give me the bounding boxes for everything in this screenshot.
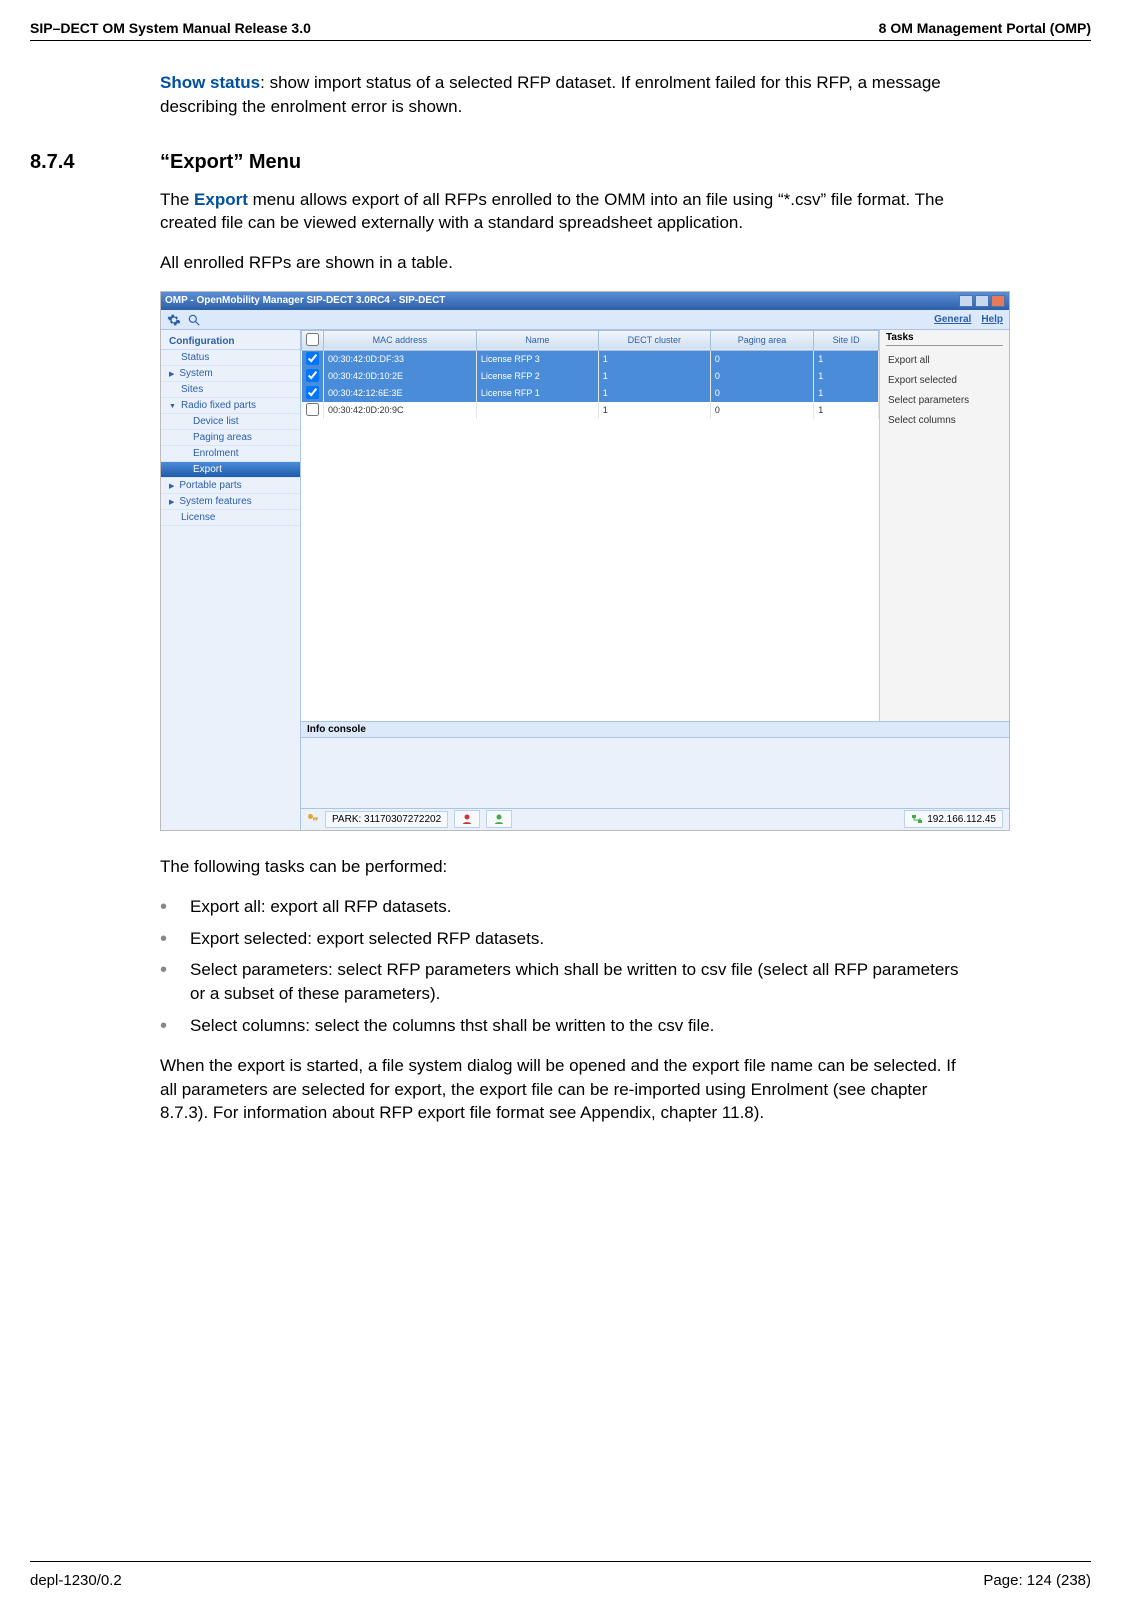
table-row[interactable]: 00:30:42:0D:DF:33 License RFP 3 1 0 1	[302, 350, 879, 368]
task-select-columns[interactable]: Select columns	[886, 412, 1003, 432]
info-console-body	[301, 738, 1009, 808]
sidebar-item-export[interactable]: Export	[161, 462, 300, 478]
window-title: OMP - OpenMobility Manager SIP-DECT 3.0R…	[165, 295, 445, 306]
bullet-select-columns: • Select columns: select the columns ths…	[160, 1014, 976, 1038]
show-status-label: Show status	[160, 73, 260, 92]
page-header: SIP–DECT OM System Manual Release 3.0 8 …	[30, 20, 1091, 41]
user-green-icon	[493, 813, 505, 825]
sidebar-item-paging-areas[interactable]: Paging areas	[161, 430, 300, 446]
status-bar: PARK: 31170307272202 192.166.112.45	[301, 808, 1009, 830]
col-name[interactable]: Name	[476, 330, 598, 350]
bullet-dot-icon: •	[160, 1014, 190, 1038]
sidebar-item-status[interactable]: Status	[161, 350, 300, 366]
search-icon[interactable]	[187, 313, 199, 325]
show-status-text: : show import status of a selected RFP d…	[160, 73, 941, 116]
maximize-button[interactable]	[975, 295, 989, 307]
toolbar-link-help[interactable]: Help	[981, 314, 1003, 325]
close-button[interactable]	[991, 295, 1005, 307]
bullet-dot-icon: •	[160, 958, 190, 1006]
col-cluster[interactable]: DECT cluster	[598, 330, 710, 350]
sidebar-item-enrolment[interactable]: Enrolment	[161, 446, 300, 462]
sidebar-item-rfp[interactable]: Radio fixed parts	[161, 398, 300, 414]
task-export-selected[interactable]: Export selected	[886, 372, 1003, 392]
sidebar-item-license[interactable]: License	[161, 510, 300, 526]
footer-right: Page: 124 (238)	[983, 1572, 1091, 1589]
row-checkbox[interactable]	[306, 352, 319, 365]
bullet-export-all: • Export all: export all RFP datasets.	[160, 895, 976, 919]
omp-screenshot: OMP - OpenMobility Manager SIP-DECT 3.0R…	[160, 291, 1010, 831]
task-export-all[interactable]: Export all	[886, 352, 1003, 372]
park-block: PARK: 31170307272202	[325, 811, 448, 828]
rfp-table: MAC address Name DECT cluster Paging are…	[301, 330, 879, 419]
export-menu-paragraph: The Export menu allows export of all RFP…	[160, 188, 976, 236]
info-console-header: Info console	[301, 721, 1009, 738]
user-red-icon	[461, 813, 473, 825]
header-right: 8 OM Management Portal (OMP)	[879, 20, 1091, 36]
footer-left: depl-1230/0.2	[30, 1572, 122, 1589]
sidebar-header: Configuration	[161, 334, 300, 350]
bullet-dot-icon: •	[160, 927, 190, 951]
show-status-paragraph: Show status: show import status of a sel…	[160, 71, 976, 119]
col-site[interactable]: Site ID	[814, 330, 879, 350]
bullet-select-parameters: • Select parameters: select RFP paramete…	[160, 958, 976, 1006]
row-checkbox[interactable]	[306, 403, 319, 416]
tasks-header: Tasks	[886, 332, 1003, 346]
bullet-dot-icon: •	[160, 895, 190, 919]
window-titlebar: OMP - OpenMobility Manager SIP-DECT 3.0R…	[161, 292, 1009, 310]
table-row[interactable]: 00:30:42:0D:20:9C 1 0 1	[302, 402, 879, 419]
col-mac[interactable]: MAC address	[324, 330, 477, 350]
row-checkbox[interactable]	[306, 369, 319, 382]
task-select-parameters[interactable]: Select parameters	[886, 392, 1003, 412]
task-bullet-list: • Export all: export all RFP datasets. •…	[160, 895, 976, 1038]
header-left: SIP–DECT OM System Manual Release 3.0	[30, 20, 311, 36]
tasks-panel: Tasks Export all Export selected Select …	[879, 330, 1009, 721]
sidebar-item-sites[interactable]: Sites	[161, 382, 300, 398]
section-title: “Export” Menu	[160, 151, 301, 174]
key-icon	[307, 812, 319, 827]
bullet-export-selected: • Export selected: export selected RFP d…	[160, 927, 976, 951]
export-started-paragraph: When the export is started, a file syste…	[160, 1054, 976, 1125]
ip-block: 192.166.112.45	[904, 810, 1003, 828]
col-checkbox[interactable]	[302, 330, 324, 350]
col-paging[interactable]: Paging area	[710, 330, 813, 350]
section-heading: 8.7.4 “Export” Menu	[30, 151, 976, 174]
sidebar-item-system[interactable]: System	[161, 366, 300, 382]
gear-icon[interactable]	[167, 313, 179, 325]
sidebar: Configuration Status System Sites Radio …	[161, 330, 301, 830]
toolbar-link-general[interactable]: General	[934, 314, 971, 325]
minimize-button[interactable]	[959, 295, 973, 307]
table-row[interactable]: 00:30:42:12:6E:3E License RFP 1 1 0 1	[302, 385, 879, 402]
page-footer: depl-1230/0.2 Page: 124 (238)	[30, 1561, 1091, 1589]
toolbar: General Help	[161, 310, 1009, 330]
row-checkbox[interactable]	[306, 386, 319, 399]
sidebar-item-system-features[interactable]: System features	[161, 494, 300, 510]
sidebar-item-portable-parts[interactable]: Portable parts	[161, 478, 300, 494]
table-row[interactable]: 00:30:42:0D:10:2E License RFP 2 1 0 1	[302, 368, 879, 385]
status-icon-block-2	[486, 810, 512, 828]
sidebar-item-device-list[interactable]: Device list	[161, 414, 300, 430]
export-label: Export	[194, 190, 248, 209]
section-number: 8.7.4	[30, 151, 160, 174]
status-icon-block-1	[454, 810, 480, 828]
rfp-table-paragraph: All enrolled RFPs are shown in a table.	[160, 251, 976, 275]
network-icon	[911, 813, 923, 825]
tasks-intro-paragraph: The following tasks can be performed:	[160, 855, 976, 879]
